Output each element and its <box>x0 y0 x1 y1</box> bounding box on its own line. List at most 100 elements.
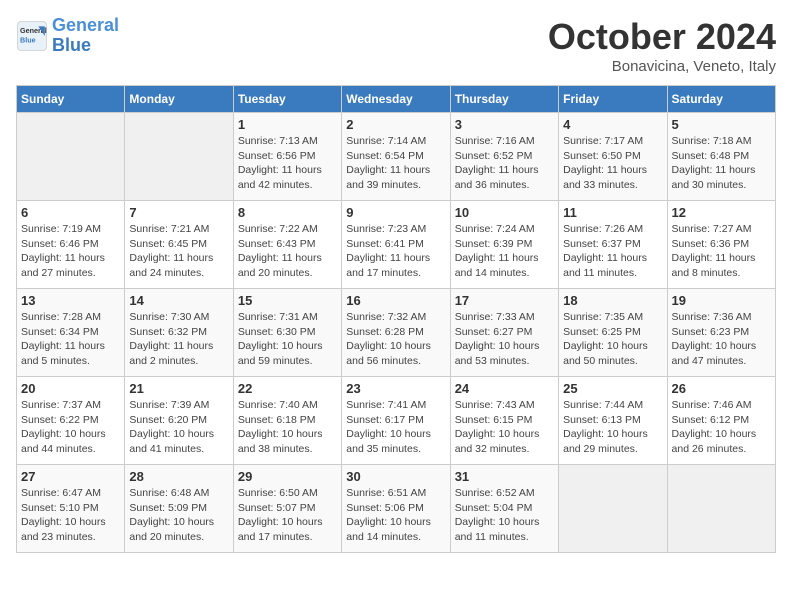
calendar-cell <box>667 465 775 553</box>
day-number: 28 <box>129 469 228 484</box>
calendar-cell: 1 Sunrise: 7:13 AMSunset: 6:56 PMDaylight… <box>233 113 341 201</box>
calendar-cell: 23 Sunrise: 7:41 AMSunset: 6:17 PMDayligh… <box>342 377 450 465</box>
day-number: 8 <box>238 205 337 220</box>
day-info: Sunrise: 7:43 AMSunset: 6:15 PMDaylight:… <box>455 398 554 457</box>
day-info: Sunrise: 7:14 AMSunset: 6:54 PMDaylight:… <box>346 134 445 193</box>
calendar-cell: 25 Sunrise: 7:44 AMSunset: 6:13 PMDayligh… <box>559 377 667 465</box>
day-number: 17 <box>455 293 554 308</box>
day-info: Sunrise: 7:22 AMSunset: 6:43 PMDaylight:… <box>238 222 337 281</box>
weekday-header: Saturday <box>667 86 775 113</box>
day-info: Sunrise: 6:51 AMSunset: 5:06 PMDaylight:… <box>346 486 445 545</box>
day-info: Sunrise: 7:28 AMSunset: 6:34 PMDaylight:… <box>21 310 120 369</box>
calendar-cell: 26 Sunrise: 7:46 AMSunset: 6:12 PMDayligh… <box>667 377 775 465</box>
day-info: Sunrise: 7:31 AMSunset: 6:30 PMDaylight:… <box>238 310 337 369</box>
calendar-cell: 30 Sunrise: 6:51 AMSunset: 5:06 PMDayligh… <box>342 465 450 553</box>
calendar-cell: 5 Sunrise: 7:18 AMSunset: 6:48 PMDaylight… <box>667 113 775 201</box>
calendar-cell: 20Sunrise: 7:37 AMSunset: 6:22 PMDayligh… <box>17 377 125 465</box>
calendar-cell: 24 Sunrise: 7:43 AMSunset: 6:15 PMDayligh… <box>450 377 558 465</box>
calendar-cell: 4Sunrise: 7:17 AMSunset: 6:50 PMDaylight… <box>559 113 667 201</box>
logo: General Blue General Blue <box>16 16 119 56</box>
day-number: 10 <box>455 205 554 220</box>
calendar-cell: 29Sunrise: 6:50 AMSunset: 5:07 PMDayligh… <box>233 465 341 553</box>
day-number: 12 <box>672 205 771 220</box>
day-number: 7 <box>129 205 228 220</box>
calendar-cell: 10 Sunrise: 7:24 AMSunset: 6:39 PMDayligh… <box>450 201 558 289</box>
day-info: Sunrise: 7:41 AMSunset: 6:17 PMDaylight:… <box>346 398 445 457</box>
weekday-header: Monday <box>125 86 233 113</box>
day-info: Sunrise: 7:30 AMSunset: 6:32 PMDaylight:… <box>129 310 228 369</box>
day-info: Sunrise: 7:40 AMSunset: 6:18 PMDaylight:… <box>238 398 337 457</box>
calendar-cell: 14 Sunrise: 7:30 AMSunset: 6:32 PMDayligh… <box>125 289 233 377</box>
calendar-cell: 2 Sunrise: 7:14 AMSunset: 6:54 PMDaylight… <box>342 113 450 201</box>
calendar-cell: 13 Sunrise: 7:28 AMSunset: 6:34 PMDayligh… <box>17 289 125 377</box>
calendar-cell: 12 Sunrise: 7:27 AMSunset: 6:36 PMDayligh… <box>667 201 775 289</box>
day-number: 23 <box>346 381 445 396</box>
day-info: Sunrise: 7:13 AMSunset: 6:56 PMDaylight:… <box>238 134 337 193</box>
day-number: 3 <box>455 117 554 132</box>
calendar-cell: 15Sunrise: 7:31 AMSunset: 6:30 PMDayligh… <box>233 289 341 377</box>
day-number: 1 <box>238 117 337 132</box>
day-info: Sunrise: 7:33 AMSunset: 6:27 PMDaylight:… <box>455 310 554 369</box>
day-info: Sunrise: 7:21 AMSunset: 6:45 PMDaylight:… <box>129 222 228 281</box>
day-number: 31 <box>455 469 554 484</box>
weekday-header: Wednesday <box>342 86 450 113</box>
day-info: Sunrise: 6:50 AMSunset: 5:07 PMDaylight:… <box>238 486 337 545</box>
calendar-cell: 3 Sunrise: 7:16 AMSunset: 6:52 PMDaylight… <box>450 113 558 201</box>
weekday-header: Sunday <box>17 86 125 113</box>
calendar-week-row: 6Sunrise: 7:19 AMSunset: 6:46 PMDaylight… <box>17 201 776 289</box>
calendar-week-row: 20Sunrise: 7:37 AMSunset: 6:22 PMDayligh… <box>17 377 776 465</box>
weekday-header: Friday <box>559 86 667 113</box>
calendar-cell: 21Sunrise: 7:39 AMSunset: 6:20 PMDayligh… <box>125 377 233 465</box>
calendar-cell <box>125 113 233 201</box>
day-number: 9 <box>346 205 445 220</box>
day-info: Sunrise: 7:18 AMSunset: 6:48 PMDaylight:… <box>672 134 771 193</box>
day-info: Sunrise: 7:36 AMSunset: 6:23 PMDaylight:… <box>672 310 771 369</box>
page-header: General Blue General Blue October 2024 B… <box>16 16 776 75</box>
day-number: 18 <box>563 293 662 308</box>
day-number: 25 <box>563 381 662 396</box>
day-number: 16 <box>346 293 445 308</box>
calendar-cell: 22 Sunrise: 7:40 AMSunset: 6:18 PMDayligh… <box>233 377 341 465</box>
calendar-week-row: 27Sunrise: 6:47 AMSunset: 5:10 PMDayligh… <box>17 465 776 553</box>
logo-icon: General Blue <box>16 20 48 52</box>
calendar-week-row: 1 Sunrise: 7:13 AMSunset: 6:56 PMDaylight… <box>17 113 776 201</box>
day-number: 14 <box>129 293 228 308</box>
calendar-cell: 8 Sunrise: 7:22 AMSunset: 6:43 PMDaylight… <box>233 201 341 289</box>
calendar-cell: 31 Sunrise: 6:52 AMSunset: 5:04 PMDayligh… <box>450 465 558 553</box>
calendar-cell: 16 Sunrise: 7:32 AMSunset: 6:28 PMDayligh… <box>342 289 450 377</box>
day-number: 30 <box>346 469 445 484</box>
day-info: Sunrise: 6:52 AMSunset: 5:04 PMDaylight:… <box>455 486 554 545</box>
day-info: Sunrise: 7:44 AMSunset: 6:13 PMDaylight:… <box>563 398 662 457</box>
title-block: October 2024 Bonavicina, Veneto, Italy <box>548 16 776 75</box>
day-info: Sunrise: 7:16 AMSunset: 6:52 PMDaylight:… <box>455 134 554 193</box>
calendar-cell: 9Sunrise: 7:23 AMSunset: 6:41 PMDaylight… <box>342 201 450 289</box>
calendar-cell: 6Sunrise: 7:19 AMSunset: 6:46 PMDaylight… <box>17 201 125 289</box>
location-subtitle: Bonavicina, Veneto, Italy <box>548 58 776 75</box>
day-number: 5 <box>672 117 771 132</box>
calendar-cell: 19Sunrise: 7:36 AMSunset: 6:23 PMDayligh… <box>667 289 775 377</box>
calendar-cell <box>17 113 125 201</box>
day-number: 11 <box>563 205 662 220</box>
day-info: Sunrise: 7:32 AMSunset: 6:28 PMDaylight:… <box>346 310 445 369</box>
day-number: 22 <box>238 381 337 396</box>
day-info: Sunrise: 7:39 AMSunset: 6:20 PMDaylight:… <box>129 398 228 457</box>
calendar-table: SundayMondayTuesdayWednesdayThursdayFrid… <box>16 85 776 553</box>
weekday-header-row: SundayMondayTuesdayWednesdayThursdayFrid… <box>17 86 776 113</box>
day-info: Sunrise: 7:35 AMSunset: 6:25 PMDaylight:… <box>563 310 662 369</box>
calendar-cell: 7 Sunrise: 7:21 AMSunset: 6:45 PMDaylight… <box>125 201 233 289</box>
day-number: 6 <box>21 205 120 220</box>
day-info: Sunrise: 7:24 AMSunset: 6:39 PMDaylight:… <box>455 222 554 281</box>
day-number: 4 <box>563 117 662 132</box>
calendar-cell: 28Sunrise: 6:48 AMSunset: 5:09 PMDayligh… <box>125 465 233 553</box>
day-number: 27 <box>21 469 120 484</box>
day-info: Sunrise: 7:27 AMSunset: 6:36 PMDaylight:… <box>672 222 771 281</box>
day-number: 13 <box>21 293 120 308</box>
day-number: 24 <box>455 381 554 396</box>
calendar-cell: 27Sunrise: 6:47 AMSunset: 5:10 PMDayligh… <box>17 465 125 553</box>
logo-wordmark: General Blue <box>52 16 119 56</box>
day-info: Sunrise: 7:46 AMSunset: 6:12 PMDaylight:… <box>672 398 771 457</box>
calendar-cell <box>559 465 667 553</box>
day-number: 2 <box>346 117 445 132</box>
day-number: 26 <box>672 381 771 396</box>
day-info: Sunrise: 7:26 AMSunset: 6:37 PMDaylight:… <box>563 222 662 281</box>
